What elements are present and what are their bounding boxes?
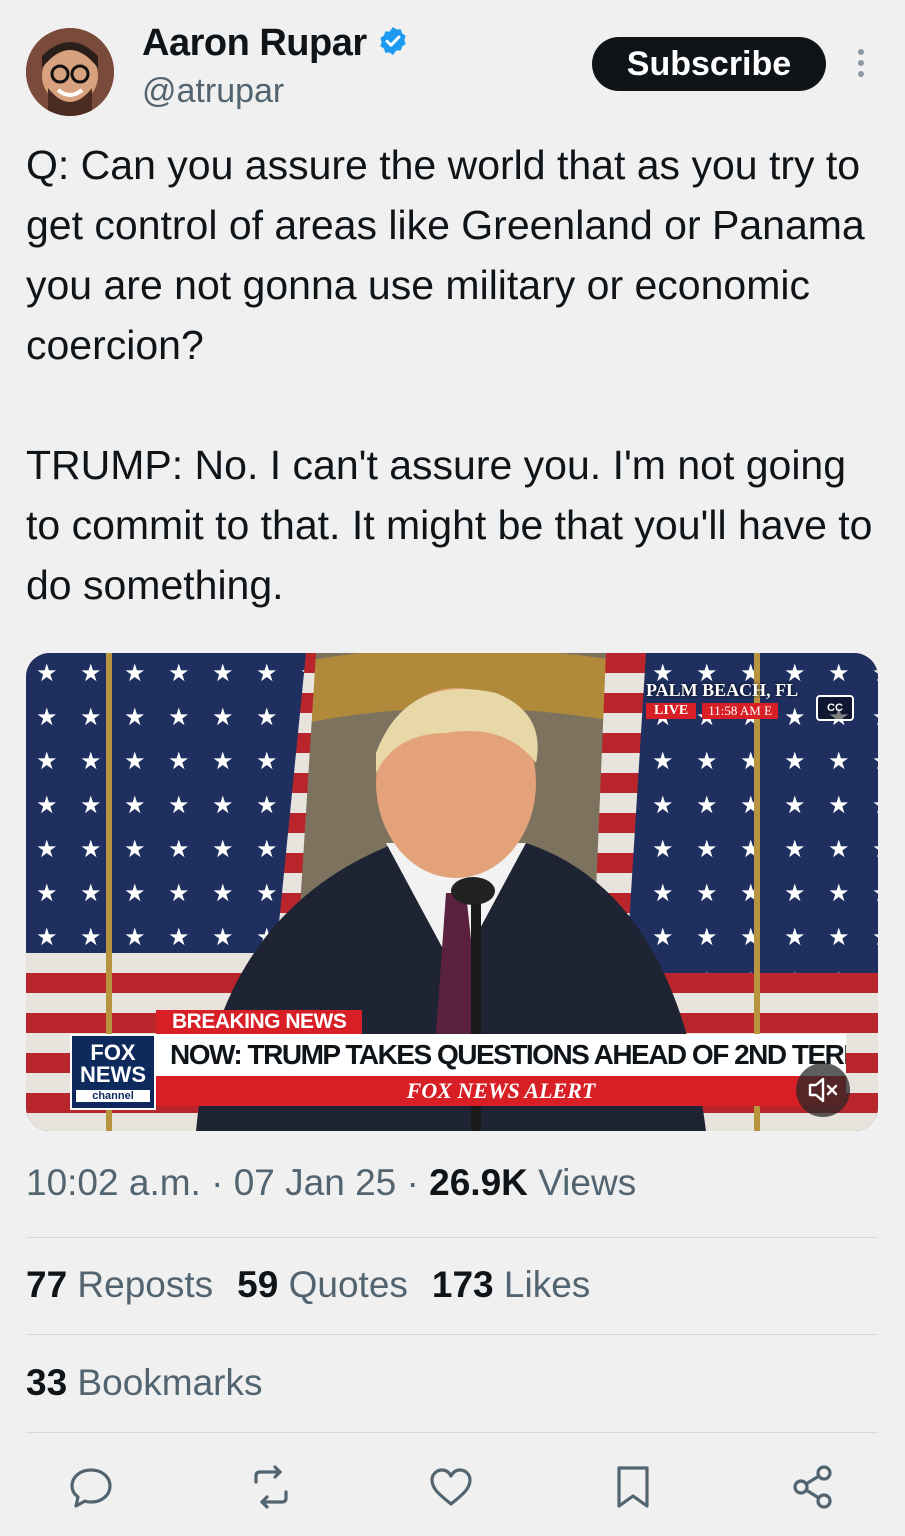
reposts-count: 77	[26, 1264, 68, 1305]
tweet-meta: 10:02 a.m. · 07 Jan 25 · 26.9K Views	[26, 1162, 636, 1204]
reply-icon[interactable]	[66, 1462, 116, 1512]
bookmark-icon[interactable]	[608, 1462, 658, 1512]
location-label: PALM BEACH, FL	[646, 680, 799, 700]
reposts-stat[interactable]: 77 Reposts	[26, 1264, 213, 1305]
quotes-count: 59	[237, 1264, 279, 1305]
bookmarks-label: Bookmarks	[67, 1362, 263, 1403]
divider	[26, 1334, 878, 1335]
bookmarks-stat[interactable]: 33 Bookmarks	[26, 1362, 263, 1404]
bookmarks-count: 33	[26, 1362, 68, 1403]
quotes-label: Quotes	[278, 1264, 408, 1305]
likes-count: 173	[431, 1264, 494, 1305]
live-label: LIVE	[646, 703, 697, 719]
more-options-icon[interactable]	[848, 44, 874, 84]
engagement-stats: 77 Reposts 59 Quotes 173 Likes	[26, 1264, 590, 1306]
author-name-row[interactable]: Aaron Rupar	[142, 22, 409, 65]
tweet-time[interactable]: 10:02 a.m.	[26, 1162, 201, 1203]
subscribe-button[interactable]: Subscribe	[592, 37, 826, 91]
views-label: Views	[527, 1162, 637, 1203]
divider	[26, 1432, 878, 1433]
share-icon[interactable]	[788, 1462, 838, 1512]
likes-stat[interactable]: 173 Likes	[432, 1264, 590, 1305]
news-headline: NOW: TRUMP TAKES QUESTIONS AHEAD OF 2ND …	[156, 1034, 846, 1076]
logo-line3: channel	[76, 1090, 150, 1102]
closed-captions-button[interactable]: CC	[816, 695, 854, 721]
tweet-date[interactable]: 07 Jan 25	[234, 1162, 397, 1203]
reposts-label: Reposts	[67, 1264, 214, 1305]
fox-news-logo: FOX NEWS channel	[70, 1034, 156, 1110]
action-bar	[0, 1462, 905, 1512]
mute-icon[interactable]	[796, 1063, 850, 1117]
logo-line1: FOX	[90, 1040, 136, 1065]
author-handle[interactable]: @atrupar	[142, 72, 284, 111]
repost-icon[interactable]	[246, 1462, 296, 1512]
avatar[interactable]	[26, 28, 114, 116]
heart-icon[interactable]	[426, 1462, 476, 1512]
breaking-news-label: BREAKING NEWS	[156, 1010, 363, 1034]
live-location-chyron: PALM BEACH, FL LIVE 11:58 AM E	[646, 680, 841, 719]
fox-news-alert: FOX NEWS ALERT	[156, 1076, 846, 1106]
quotes-stat[interactable]: 59 Quotes	[237, 1264, 408, 1305]
video-player[interactable]: ★ PALM BEACH, FL LIVE 1	[26, 653, 878, 1131]
divider	[26, 1237, 878, 1238]
author-name[interactable]: Aaron Rupar	[142, 22, 367, 65]
meta-separator: ·	[200, 1162, 234, 1203]
logo-line2: NEWS	[80, 1062, 146, 1087]
live-time: 11:58 AM E	[702, 703, 779, 719]
views-count: 26.9K	[429, 1162, 528, 1203]
meta-separator: ·	[396, 1162, 430, 1203]
tweet-text: Q: Can you assure the world that as you …	[26, 142, 873, 608]
verified-badge-icon	[377, 25, 409, 62]
likes-label: Likes	[493, 1264, 591, 1305]
